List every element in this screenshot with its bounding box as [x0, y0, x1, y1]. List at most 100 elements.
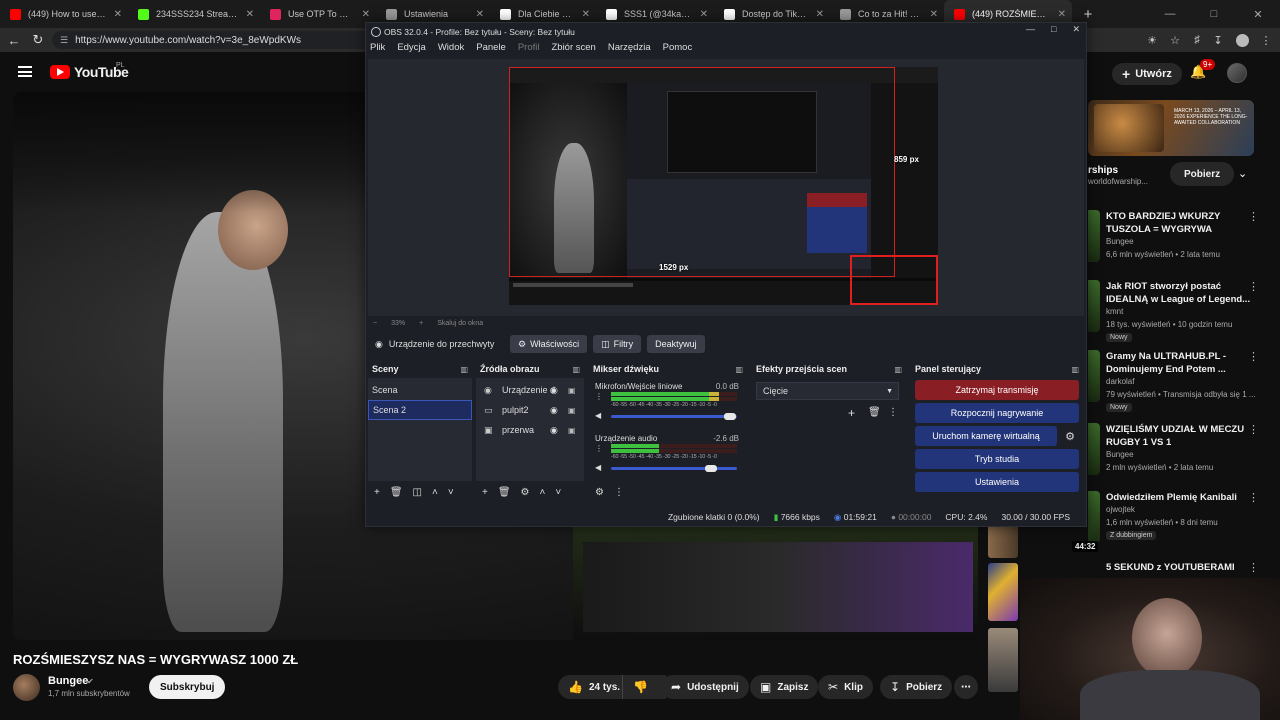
more-icon[interactable]: ⋮ [1248, 491, 1259, 504]
close-icon[interactable]: ✕ [1072, 24, 1080, 35]
tab-close-icon[interactable]: ✕ [362, 9, 370, 20]
create-button[interactable]: + Utwórz [1112, 63, 1182, 85]
tab-close-icon[interactable]: ✕ [476, 9, 484, 20]
lock-icon[interactable]: ▣ [568, 426, 576, 435]
download-button[interactable]: ↧ Pobierz [880, 675, 953, 699]
remove-transition-icon[interactable]: 🗑 [868, 407, 881, 418]
visibility-eye-icon[interactable]: ◉ [550, 405, 558, 416]
reload-icon[interactable]: ↻ [26, 28, 50, 52]
rec-channel[interactable]: kmnt [1106, 307, 1123, 316]
more-icon[interactable]: ⋮ [1248, 210, 1259, 223]
control-button[interactable]: Ustawienia [915, 472, 1079, 492]
back-icon[interactable]: ← [2, 28, 26, 52]
recommendation-item[interactable]: KTO BARDZIEJ WKURZY TUSZOLA = WYGRYWA Bun… [1088, 210, 1278, 272]
rec-channel[interactable]: ojwojtek [1106, 505, 1135, 514]
obs-menu-item[interactable]: Narzędzia [608, 42, 651, 58]
rec-title[interactable]: KTO BARDZIEJ WKURZY TUSZOLA = WYGRYWA [1106, 210, 1256, 236]
advanced-audio-icon[interactable]: ⚙ [595, 487, 604, 498]
control-button[interactable]: Zatrzymaj transmisję [915, 380, 1079, 400]
move-down-icon[interactable]: ˅ [555, 487, 561, 498]
track-menu-icon[interactable]: ⋮ [595, 444, 603, 453]
dock-float-icon[interactable]: ▥ [572, 365, 580, 374]
gear-icon[interactable]: ⚙ [1065, 430, 1075, 443]
tab-close-icon[interactable]: ✕ [700, 9, 708, 20]
move-up-icon[interactable]: ˄ [432, 487, 438, 498]
notifications-bell-icon[interactable]: 🔔 9+ [1190, 59, 1216, 82]
remove-scene-icon[interactable]: 🗑 [390, 487, 403, 498]
obs-menu-item[interactable]: Edycja [397, 42, 426, 58]
rec-thumbnail[interactable] [1088, 491, 1100, 543]
minimize-icon[interactable]: — [1026, 24, 1035, 35]
bookmark-icon[interactable]: ☆ [1166, 31, 1184, 49]
menu-icon[interactable]: ⋮ [1257, 31, 1275, 49]
rec-title[interactable]: 5 SEKUND z YOUTUBERAMI [1106, 561, 1256, 574]
tab-close-icon[interactable]: ✕ [582, 9, 590, 20]
share-button[interactable]: ➦ Udostępnij [661, 675, 749, 699]
tab-close-icon[interactable]: ✕ [246, 9, 254, 20]
obs-menu-item[interactable]: Pomoc [663, 42, 693, 58]
recommendation-item[interactable]: WZIĘLIŚMY UDZIAŁ W MECZU RUGBY 1 VS 1 Bun… [1088, 423, 1278, 485]
tab-close-icon[interactable]: ✕ [1058, 9, 1066, 20]
add-transition-icon[interactable]: + [848, 406, 855, 420]
ad-banner[interactable]: MARCH 13, 2026 – APRIL 13, 2026 EXPERIEN… [1088, 100, 1254, 156]
more-actions-button[interactable]: ⋯ [954, 675, 978, 699]
source-item[interactable]: ◉ Urządzenie d ◉ ▣ [476, 380, 584, 400]
scene-item[interactable]: Scena 2 [368, 400, 472, 420]
site-info-icon[interactable]: ☰ [60, 35, 68, 46]
account-avatar[interactable] [1227, 63, 1247, 83]
control-button[interactable]: Rozpocznij nagrywanie [915, 403, 1079, 423]
source-item[interactable]: ▭ pulpit2 ◉ ▣ [476, 400, 584, 420]
recommendation-item[interactable]: Odwiedziłem Plemię Kanibali ojwojtek 1,6 m… [1088, 491, 1278, 553]
recommendation-item[interactable]: Gramy Na ULTRAHUB.PL - Dominujemy End Po… [1088, 350, 1278, 412]
rec-channel[interactable]: Bungee [1106, 450, 1134, 459]
tab-close-icon[interactable]: ✕ [816, 9, 824, 20]
maximize-icon[interactable]: □ [1192, 0, 1236, 28]
zoom-fit-button[interactable]: Skaluj do okna [437, 320, 483, 327]
obs-preview[interactable]: 1529 px 859 px [368, 59, 1084, 316]
track-menu-icon[interactable]: ⋮ [595, 392, 603, 401]
save-button[interactable]: ▣ Zapisz [750, 675, 819, 699]
dock-float-icon[interactable]: ▥ [894, 365, 902, 374]
obs-menu-item[interactable]: Widok [438, 42, 464, 58]
profile-icon[interactable] [1233, 31, 1251, 49]
volume-slider-knob[interactable] [704, 465, 717, 472]
rec-title[interactable]: Odwiedziłem Plemię Kanibali [1106, 491, 1256, 504]
rec-title[interactable]: Jak RIOT stworzył postać IDEALNĄ w Leagu… [1106, 280, 1256, 306]
speaker-icon[interactable]: ◀ [595, 463, 601, 472]
move-down-icon[interactable]: ˅ [448, 487, 454, 498]
close-icon[interactable]: ✕ [1236, 0, 1280, 28]
chevron-down-icon[interactable]: ⌄ [1238, 167, 1247, 180]
extension-icon[interactable]: ☀ [1143, 31, 1161, 49]
rec-thumbnail[interactable] [1088, 280, 1100, 332]
more-icon[interactable]: ⋮ [1248, 280, 1259, 293]
dock-float-icon[interactable]: ▥ [460, 365, 468, 374]
download-icon[interactable]: ↧ [1209, 31, 1227, 49]
visibility-eye-icon[interactable]: ◉ [550, 425, 558, 436]
new-tab-button[interactable]: + [1078, 6, 1098, 23]
visibility-eye-icon[interactable]: ◉ [550, 385, 558, 396]
dock-float-icon[interactable]: ▥ [1071, 365, 1079, 374]
rec-title[interactable]: WZIĘLIŚMY UDZIAŁ W MECZU RUGBY 1 VS 1 [1106, 423, 1256, 449]
dock-float-icon[interactable]: ▥ [735, 365, 743, 374]
properties-button[interactable]: ⚙ Właściwości [510, 335, 588, 353]
mixer-menu-icon[interactable]: ⋮ [614, 487, 624, 498]
volume-slider[interactable] [611, 413, 737, 420]
rec-thumbnail[interactable] [988, 628, 1018, 692]
speaker-icon[interactable]: ◀ [595, 411, 601, 420]
preview-canvas[interactable]: 1529 px 859 px [509, 67, 938, 305]
rec-thumbnail[interactable] [1088, 350, 1100, 402]
recommendation-item[interactable]: Jak RIOT stworzył postać IDEALNĄ w Leagu… [1088, 280, 1278, 342]
browser-tab[interactable]: (449) How to use OBS V ✕ [0, 0, 128, 28]
puzzle-icon[interactable]: ♯ [1188, 31, 1206, 49]
volume-slider[interactable] [611, 465, 737, 472]
tab-close-icon[interactable]: ✕ [114, 9, 122, 20]
ad-download-button[interactable]: Pobierz [1170, 162, 1235, 186]
scene-filters-icon[interactable]: ◫ [413, 487, 422, 498]
transition-menu-icon[interactable]: ⋮ [888, 407, 898, 418]
rec-thumbnail[interactable] [1088, 423, 1100, 475]
dislike-button[interactable]: 👎 [622, 675, 656, 699]
obs-menu-item[interactable]: Panele [476, 42, 506, 58]
lock-icon[interactable]: ▣ [568, 386, 576, 395]
more-icon[interactable]: ⋮ [1248, 423, 1259, 436]
selection-box-capture[interactable] [509, 67, 895, 277]
